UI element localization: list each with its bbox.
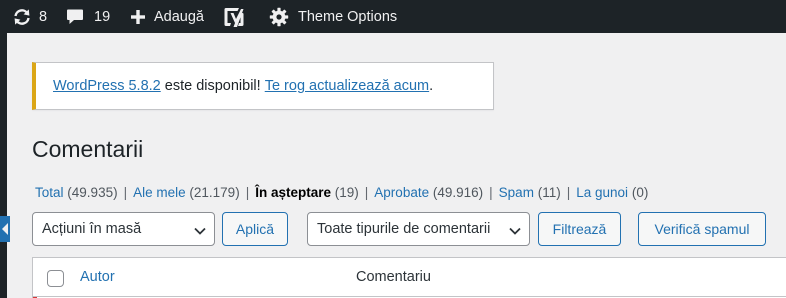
filter-mine[interactable]: Ale mele (21.179) <box>133 185 240 200</box>
comments-table: Autor Comentariu <box>32 257 786 298</box>
column-author[interactable]: Autor <box>80 269 115 285</box>
comments-menu[interactable]: 19 <box>66 0 110 33</box>
notice-period: . <box>429 78 434 94</box>
check-spam-button[interactable]: Verifică spamul <box>638 212 766 246</box>
filter-separator: | <box>566 185 571 200</box>
filter-all[interactable]: Total (49.935) <box>35 185 118 200</box>
filter-approved-count: (49.916) <box>432 185 484 200</box>
filter-trash[interactable]: La gunoi (0) <box>576 185 648 200</box>
filter-separator: | <box>245 185 250 200</box>
filter-spam-count: (11) <box>537 185 561 200</box>
filter-mine-label: Ale mele <box>133 185 186 200</box>
select-all-checkbox[interactable] <box>47 270 64 287</box>
filter-spam[interactable]: Spam (11) <box>499 185 561 200</box>
yoast-icon <box>223 6 245 28</box>
current-menu-indicator <box>0 216 10 242</box>
filter-separator: | <box>364 185 369 200</box>
update-notice: WordPress 5.8.2 este disponibil! Te rog … <box>32 62 494 110</box>
filter-all-count: (49.935) <box>67 185 118 200</box>
gear-icon <box>269 7 289 27</box>
new-content-label: Adaugă <box>154 8 204 25</box>
notice-text: este disponibil! <box>160 78 265 94</box>
comment-bubble-icon <box>66 8 84 26</box>
filter-pending[interactable]: În așteptare (19) <box>255 185 359 200</box>
filter-button[interactable]: Filtrează <box>538 212 621 246</box>
column-comment: Comentariu <box>356 269 431 285</box>
filter-approved[interactable]: Aprobate (49.916) <box>374 185 483 200</box>
comment-type-value: Toate tipurile de comentarii <box>317 221 491 237</box>
table-header: Autor Comentariu <box>33 258 786 297</box>
filter-spam-label: Spam <box>498 185 534 200</box>
filter-approved-label: Aprobate <box>374 185 430 200</box>
plus-icon <box>130 9 146 25</box>
chevron-down-icon <box>507 224 521 240</box>
filter-pending-label: În așteptare <box>255 185 331 200</box>
updates-count: 8 <box>39 8 48 25</box>
filter-all-label: Total <box>35 185 64 200</box>
filter-trash-count: (0) <box>631 185 649 200</box>
theme-options-menu[interactable]: Theme Options <box>269 0 397 33</box>
filter-separator: | <box>489 185 493 200</box>
updates-icon <box>12 8 32 26</box>
filter-separator: | <box>123 185 128 200</box>
admin-bar: 8 19 Adaugă Theme Options <box>0 0 786 33</box>
chevron-down-icon <box>194 224 206 240</box>
wordpress-version-link[interactable]: WordPress 5.8.2 <box>53 78 161 94</box>
admin-sidebar-edge <box>0 33 7 298</box>
comments-count: 19 <box>94 8 111 25</box>
updates-menu[interactable]: 8 <box>12 0 47 33</box>
filter-mine-count: (21.179) <box>189 185 240 200</box>
bulk-actions-value: Acțiuni în masă <box>42 221 142 237</box>
apply-button[interactable]: Aplică <box>222 212 288 246</box>
new-content-menu[interactable]: Adaugă <box>130 0 204 33</box>
filter-trash-label: La gunoi <box>576 185 629 200</box>
theme-options-label: Theme Options <box>298 8 398 25</box>
page-title: Comentarii <box>32 136 144 162</box>
filter-pending-count: (19) <box>334 185 359 200</box>
comment-status-filters: Total (49.935) | Ale mele (21.179) | În … <box>35 185 648 200</box>
yoast-menu[interactable] <box>223 0 245 33</box>
update-now-link[interactable]: Te rog actualizează acum <box>265 78 429 94</box>
comment-type-select[interactable]: Toate tipurile de comentarii <box>307 212 530 246</box>
bulk-actions-select[interactable]: Acțiuni în masă <box>32 212 215 246</box>
